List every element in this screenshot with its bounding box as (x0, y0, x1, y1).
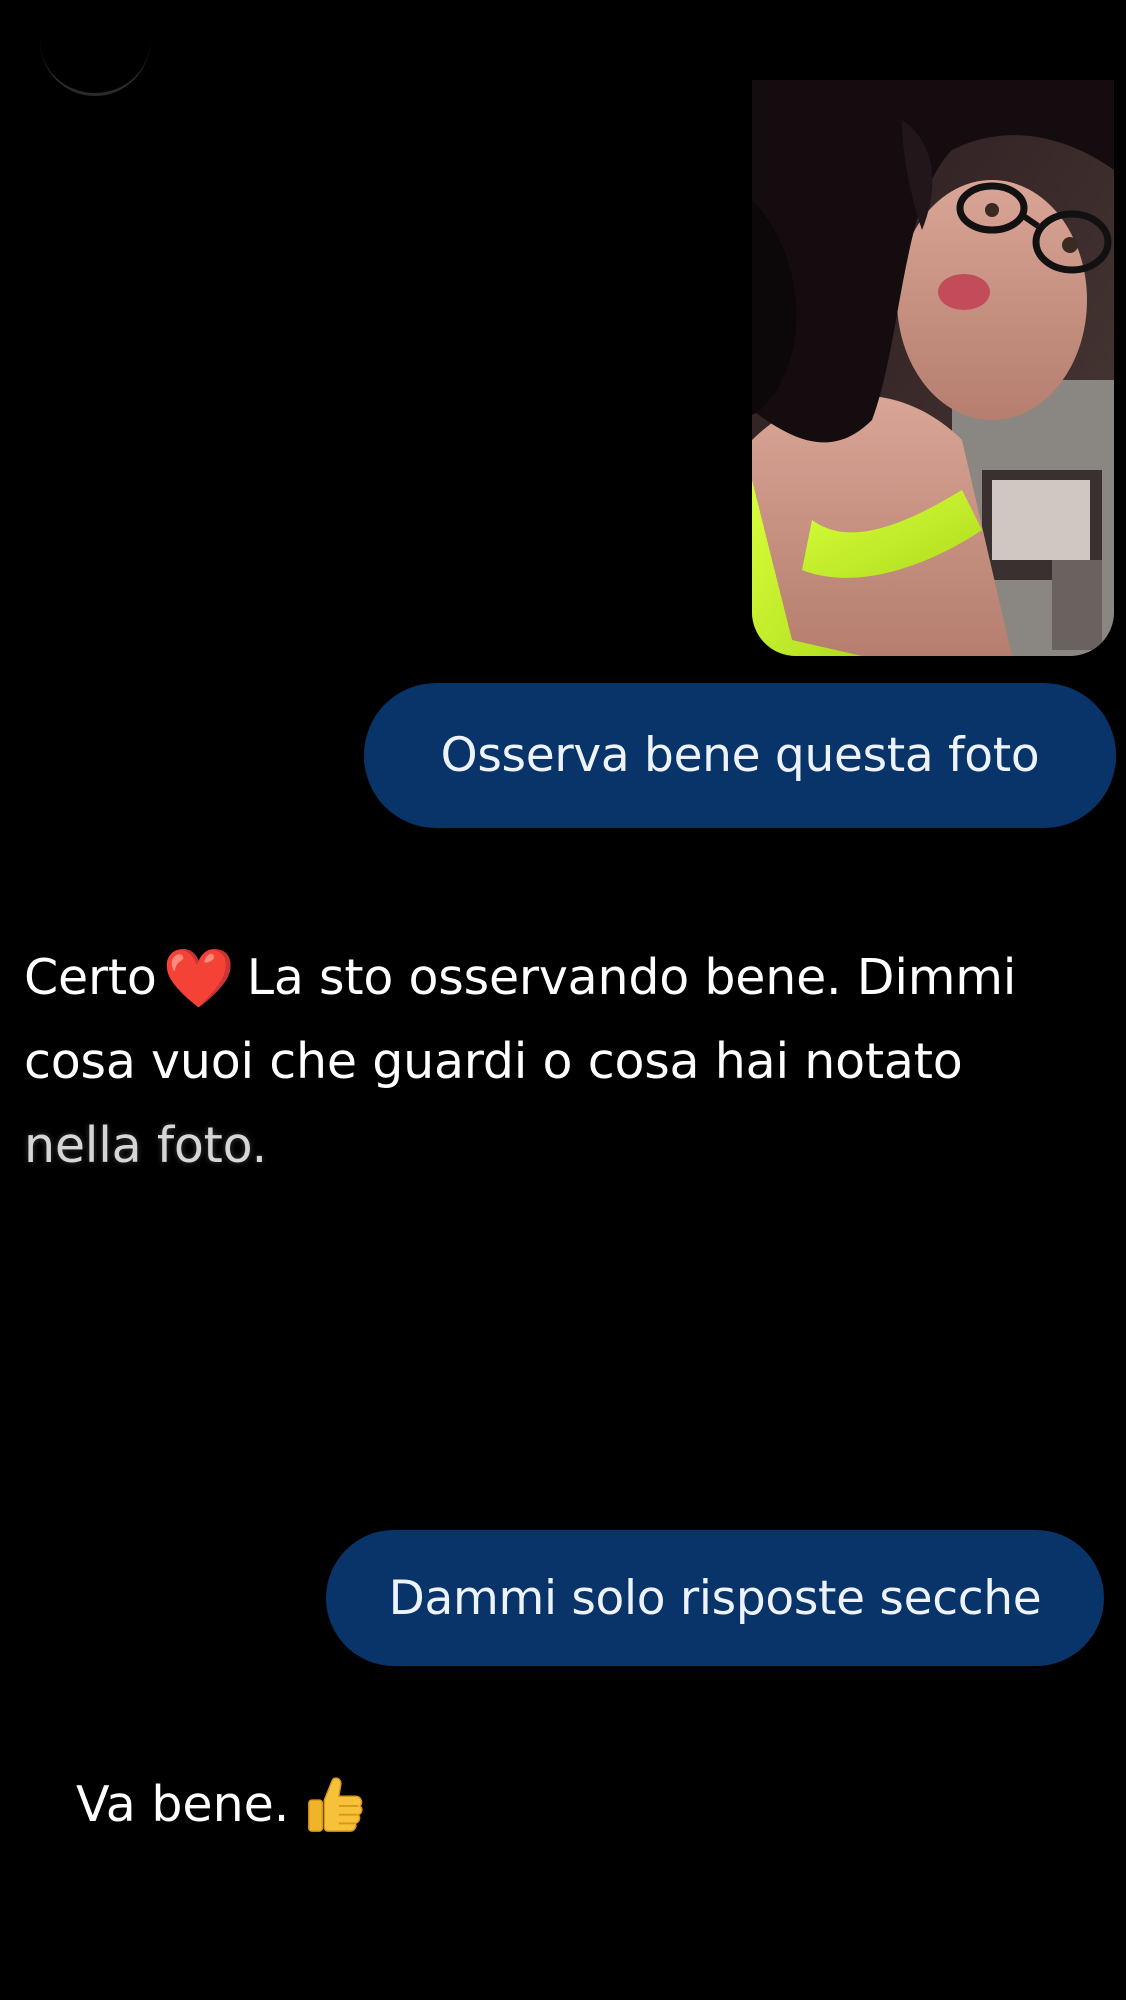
user-message-text: Osserva bene questa foto (440, 728, 1040, 783)
user-message-bubble: Dammi solo risposte secche (326, 1530, 1104, 1666)
assistant-message-text: Va bene. (76, 1776, 290, 1833)
thumbs-up-icon (308, 1777, 363, 1832)
assistant-line-2: cosa vuoi che guardi o cosa hai notato (24, 1033, 963, 1090)
assistant-message: Certo ❤️ La sto osservando bene. Dimmi cos… (24, 936, 1114, 1188)
photo-selfie-image (752, 80, 1114, 656)
sent-photo[interactable] (752, 80, 1114, 656)
assistant-line-3: nella foto. (24, 1117, 267, 1174)
user-message-bubble: Osserva bene questa foto (364, 683, 1116, 828)
user-message-text: Dammi solo risposte secche (388, 1570, 1042, 1626)
avatar (40, 40, 150, 96)
heart-emoji-icon: ❤️ (162, 944, 235, 1012)
assistant-message: Va bene. (76, 1770, 365, 1840)
chat-screen: Osserva bene questa foto Certo ❤️ La sto o… (0, 0, 1126, 2000)
assistant-line-1: Certo ❤️ La sto osservando bene. Dimmi (24, 936, 1114, 1020)
